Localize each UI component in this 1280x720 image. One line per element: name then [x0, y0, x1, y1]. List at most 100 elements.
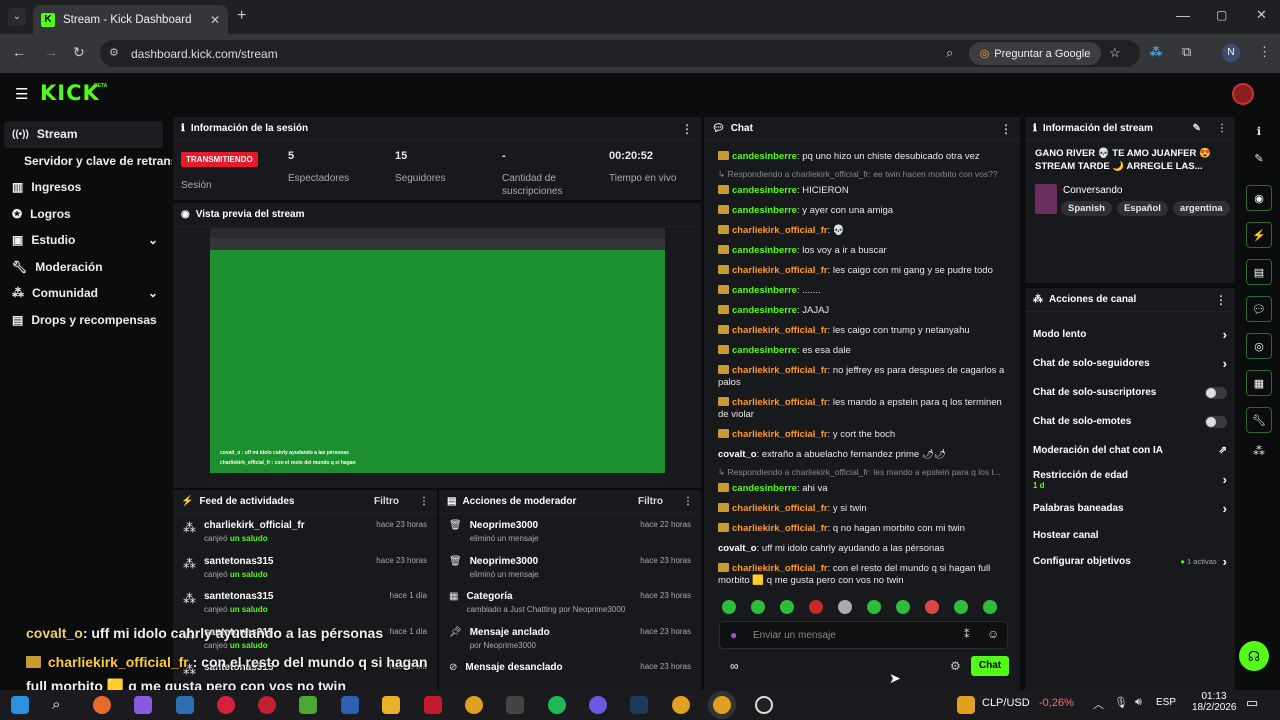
- capcut-icon[interactable]: [506, 696, 524, 714]
- rail-wrench-icon[interactable]: 🔧︎: [1246, 407, 1272, 433]
- edit-pencil-icon[interactable]: ✎: [1238, 152, 1280, 165]
- close-window-icon[interactable]: ✕: [1256, 7, 1267, 23]
- chat-settings-icon[interactable]: ⚙: [950, 659, 961, 673]
- reload-icon[interactable]: ↻: [73, 44, 85, 61]
- mod-action-item[interactable]: 📌︎ Mensaje anclado por Neoprime3000 hace…: [439, 621, 701, 657]
- windows-start-icon[interactable]: [11, 696, 29, 714]
- rail-chat-icon[interactable]: 💬︎: [1246, 296, 1272, 322]
- tray-chevron-icon[interactable]: ︿: [1093, 696, 1104, 712]
- firefox-icon[interactable]: [93, 696, 111, 714]
- obs-icon[interactable]: [755, 696, 773, 714]
- rail-document-icon[interactable]: ▤: [1246, 259, 1272, 285]
- emote-icon[interactable]: [751, 600, 765, 614]
- more-options-icon[interactable]: ⋮: [681, 122, 693, 136]
- user-avatar[interactable]: [1232, 83, 1254, 105]
- emote-icon[interactable]: [809, 600, 823, 614]
- maximize-icon[interactable]: ▢: [1216, 8, 1227, 22]
- slow-mode-row[interactable]: Modo lento ›: [1025, 320, 1235, 349]
- goals-row[interactable]: Configurar objetivos ● 1 activas ›: [1025, 547, 1235, 576]
- steam-icon[interactable]: [630, 696, 648, 714]
- chat-username[interactable]: candesinberre: [732, 345, 797, 356]
- chat-username[interactable]: charliekirk_official_fr: [732, 397, 828, 408]
- rail-preview-icon[interactable]: ◉: [1246, 185, 1272, 211]
- chat-username[interactable]: charliekirk_official_fr: [732, 523, 828, 534]
- rail-lightning-icon[interactable]: ⚡: [1246, 222, 1272, 248]
- chat-username[interactable]: charliekirk_official_fr: [732, 365, 828, 376]
- more-options-icon[interactable]: ⋮: [1217, 123, 1227, 134]
- minimize-icon[interactable]: —: [1176, 7, 1190, 23]
- microphone-icon[interactable]: 🎙︎: [1114, 696, 1128, 709]
- tab-search-icon[interactable]: ⌄: [8, 8, 26, 26]
- extension-icon[interactable]: ⁂: [1150, 45, 1162, 59]
- chat-username[interactable]: candesinberre: [732, 245, 797, 256]
- hamburger-menu-icon[interactable]: ☰: [15, 85, 28, 103]
- emoji-icon[interactable]: ☺: [987, 627, 999, 641]
- minecraft-icon[interactable]: [299, 696, 317, 714]
- chat-username[interactable]: candesinberre: [732, 285, 797, 296]
- ask-google-button[interactable]: ◎ Preguntar a Google: [969, 42, 1101, 65]
- rail-broadcast-icon[interactable]: ◎: [1246, 333, 1272, 359]
- file-explorer-icon[interactable]: [382, 696, 400, 714]
- tag-chip[interactable]: argentina: [1172, 201, 1230, 216]
- forward-icon[interactable]: →: [44, 44, 58, 60]
- chat-username[interactable]: charliekirk_official_fr: [732, 225, 828, 236]
- chat-username[interactable]: candesinberre: [732, 151, 797, 162]
- back-icon[interactable]: ←: [12, 44, 26, 60]
- sidebar-item-stream[interactable]: ((•)) Stream: [4, 121, 163, 148]
- chat-username[interactable]: charliekirk_official_fr: [732, 265, 828, 276]
- opera-icon[interactable]: [217, 696, 235, 714]
- address-bar[interactable]: ⚙ dashboard.kick.com/stream ⌕ ◎ Pregunta…: [100, 40, 1140, 67]
- app-icon[interactable]: [258, 696, 276, 714]
- security-icon[interactable]: [176, 696, 194, 714]
- tag-chip[interactable]: Spanish: [1061, 201, 1112, 216]
- discord-icon[interactable]: [589, 696, 607, 714]
- followers-only-row[interactable]: Chat de solo-seguidores ›: [1025, 349, 1235, 378]
- chat-username[interactable]: covalt_o: [718, 543, 757, 554]
- mod-action-item[interactable]: ⊘ Mensaje desanclado hace 23 horas: [439, 656, 701, 692]
- chat-username[interactable]: covalt_o: [718, 449, 757, 460]
- chat-username[interactable]: candesinberre: [732, 205, 797, 216]
- chat-username[interactable]: charliekirk_official_fr: [732, 503, 828, 514]
- browser-menu-icon[interactable]: ⋮: [1258, 44, 1271, 60]
- chrome-active-icon[interactable]: [713, 696, 731, 714]
- emote-icon[interactable]: [780, 600, 794, 614]
- chat-username[interactable]: candesinberre: [732, 305, 797, 316]
- zoom-icon[interactable]: ⌕: [946, 45, 953, 61]
- chat-username[interactable]: candesinberre: [732, 185, 797, 196]
- emote-icon[interactable]: [867, 600, 881, 614]
- search-icon[interactable]: ⌕: [52, 696, 70, 714]
- close-tab-icon[interactable]: ✕: [210, 13, 220, 27]
- language-indicator[interactable]: ESP: [1156, 697, 1176, 708]
- kick-emote-icon[interactable]: ⁑: [964, 628, 970, 641]
- new-tab-icon[interactable]: +: [237, 7, 246, 25]
- banned-words-row[interactable]: Palabras baneadas ›: [1025, 494, 1235, 523]
- profile-avatar[interactable]: N: [1222, 44, 1240, 62]
- chat-username[interactable]: charliekirk_official_fr: [732, 563, 828, 574]
- clock[interactable]: 01:13 18/2/2026: [1192, 691, 1237, 713]
- rail-community-icon[interactable]: ⁂: [1238, 444, 1280, 458]
- rail-clipboard-icon[interactable]: ▦: [1246, 370, 1272, 396]
- info-icon[interactable]: ℹ: [1238, 125, 1280, 138]
- host-channel-row[interactable]: Hostear canal: [1025, 523, 1235, 547]
- chat-username[interactable]: charliekirk_official_fr: [732, 429, 828, 440]
- site-info-icon[interactable]: ⚙: [109, 46, 119, 59]
- chat-username[interactable]: candesinberre: [732, 483, 797, 494]
- ai-moderation-row[interactable]: Moderación del chat con IA ⇗: [1025, 436, 1235, 465]
- kick-logo[interactable]: KICK: [40, 81, 100, 105]
- mic-icon[interactable]: ●: [730, 628, 737, 642]
- emote-icon[interactable]: [925, 600, 939, 614]
- emote-icon[interactable]: [954, 600, 968, 614]
- app-icon[interactable]: [424, 696, 442, 714]
- notifications-icon[interactable]: ▭: [1246, 695, 1258, 711]
- more-options-icon[interactable]: ⋮: [1215, 293, 1227, 307]
- copilot-icon[interactable]: [134, 696, 152, 714]
- edit-pencil-icon[interactable]: ✎: [1193, 123, 1201, 134]
- send-chat-button[interactable]: Chat: [971, 656, 1009, 676]
- browser-tab[interactable]: K Stream - Kick Dashboard ✕: [33, 5, 228, 34]
- emote-icon[interactable]: [896, 600, 910, 614]
- extensions-puzzle-icon[interactable]: ⧉: [1182, 44, 1191, 60]
- help-headset-icon[interactable]: ☊: [1239, 641, 1269, 671]
- spotify-icon[interactable]: [548, 696, 566, 714]
- emotes-only-toggle[interactable]: [1205, 415, 1227, 428]
- emote-icon[interactable]: [838, 600, 852, 614]
